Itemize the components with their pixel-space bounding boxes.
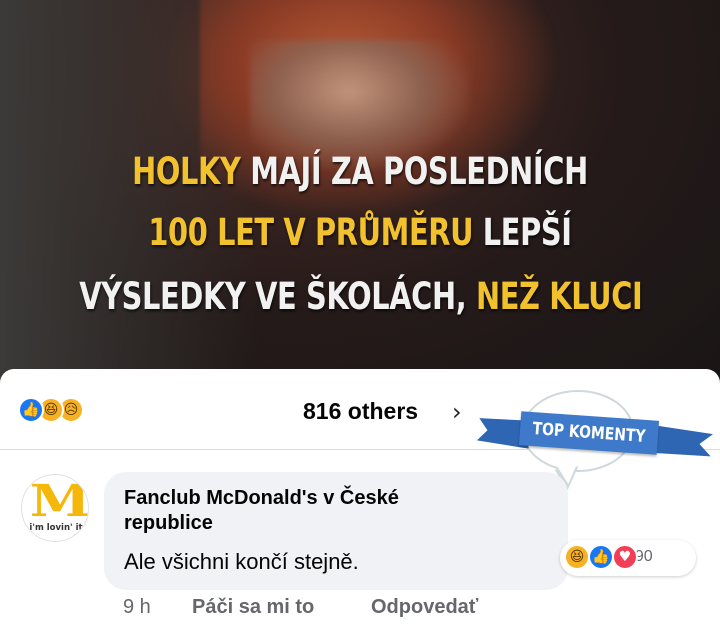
meme-line-3: VÝSLEDKY VE ŠKOLÁCH, NEŽ KLUCI — [79, 275, 643, 318]
like-icon: 👍 — [18, 397, 44, 423]
top-comments-label: TOP KOMENTY — [531, 419, 647, 447]
meme-line-1: HOLKY MAJÍ ZA POSLEDNÍCH — [79, 150, 641, 193]
haha-icon: 😆 — [564, 544, 590, 570]
meme-highlight: HOLKY — [132, 150, 241, 193]
reactions-others-link[interactable]: 816 others — [303, 398, 418, 425]
mcdonalds-logo-icon: M — [29, 476, 89, 527]
like-icon: 👍 — [588, 544, 614, 570]
love-icon: ♥ — [612, 544, 638, 570]
avatar[interactable]: M i'm lovin' it — [21, 474, 89, 542]
meme-line-2: 100 LET V PRŮMĚRU LEPŠÍ — [79, 211, 641, 254]
meme-highlight: NEŽ KLUCI — [475, 275, 643, 318]
comment-timestamp: 9 h — [123, 596, 151, 618]
meme-image[interactable]: HOLKY MAJÍ ZA POSLEDNÍCH 100 LET V PRŮMĚ… — [0, 0, 720, 385]
like-button[interactable]: Páči sa mi to — [192, 596, 314, 619]
meme-highlight: 100 LET V PRŮMĚRU — [148, 211, 474, 254]
comment-text: Ale všichni končí stejně. — [124, 549, 359, 574]
chevron-right-icon[interactable]: › — [452, 398, 462, 426]
avatar-slogan: i'm lovin' it — [29, 523, 83, 533]
meme-text: LEPŠÍ — [473, 211, 572, 254]
reply-button[interactable]: Odpovedať — [371, 596, 478, 619]
meme-text: VÝSLEDKY VE ŠKOLÁCH, — [79, 275, 476, 318]
comment-author[interactable]: Fanclub McDonald's v České republice — [124, 486, 464, 536]
comment-bubble[interactable]: Fanclub McDonald's v České republice Ale… — [104, 472, 568, 590]
meme-text: MAJÍ ZA POSLEDNÍCH — [240, 150, 588, 193]
